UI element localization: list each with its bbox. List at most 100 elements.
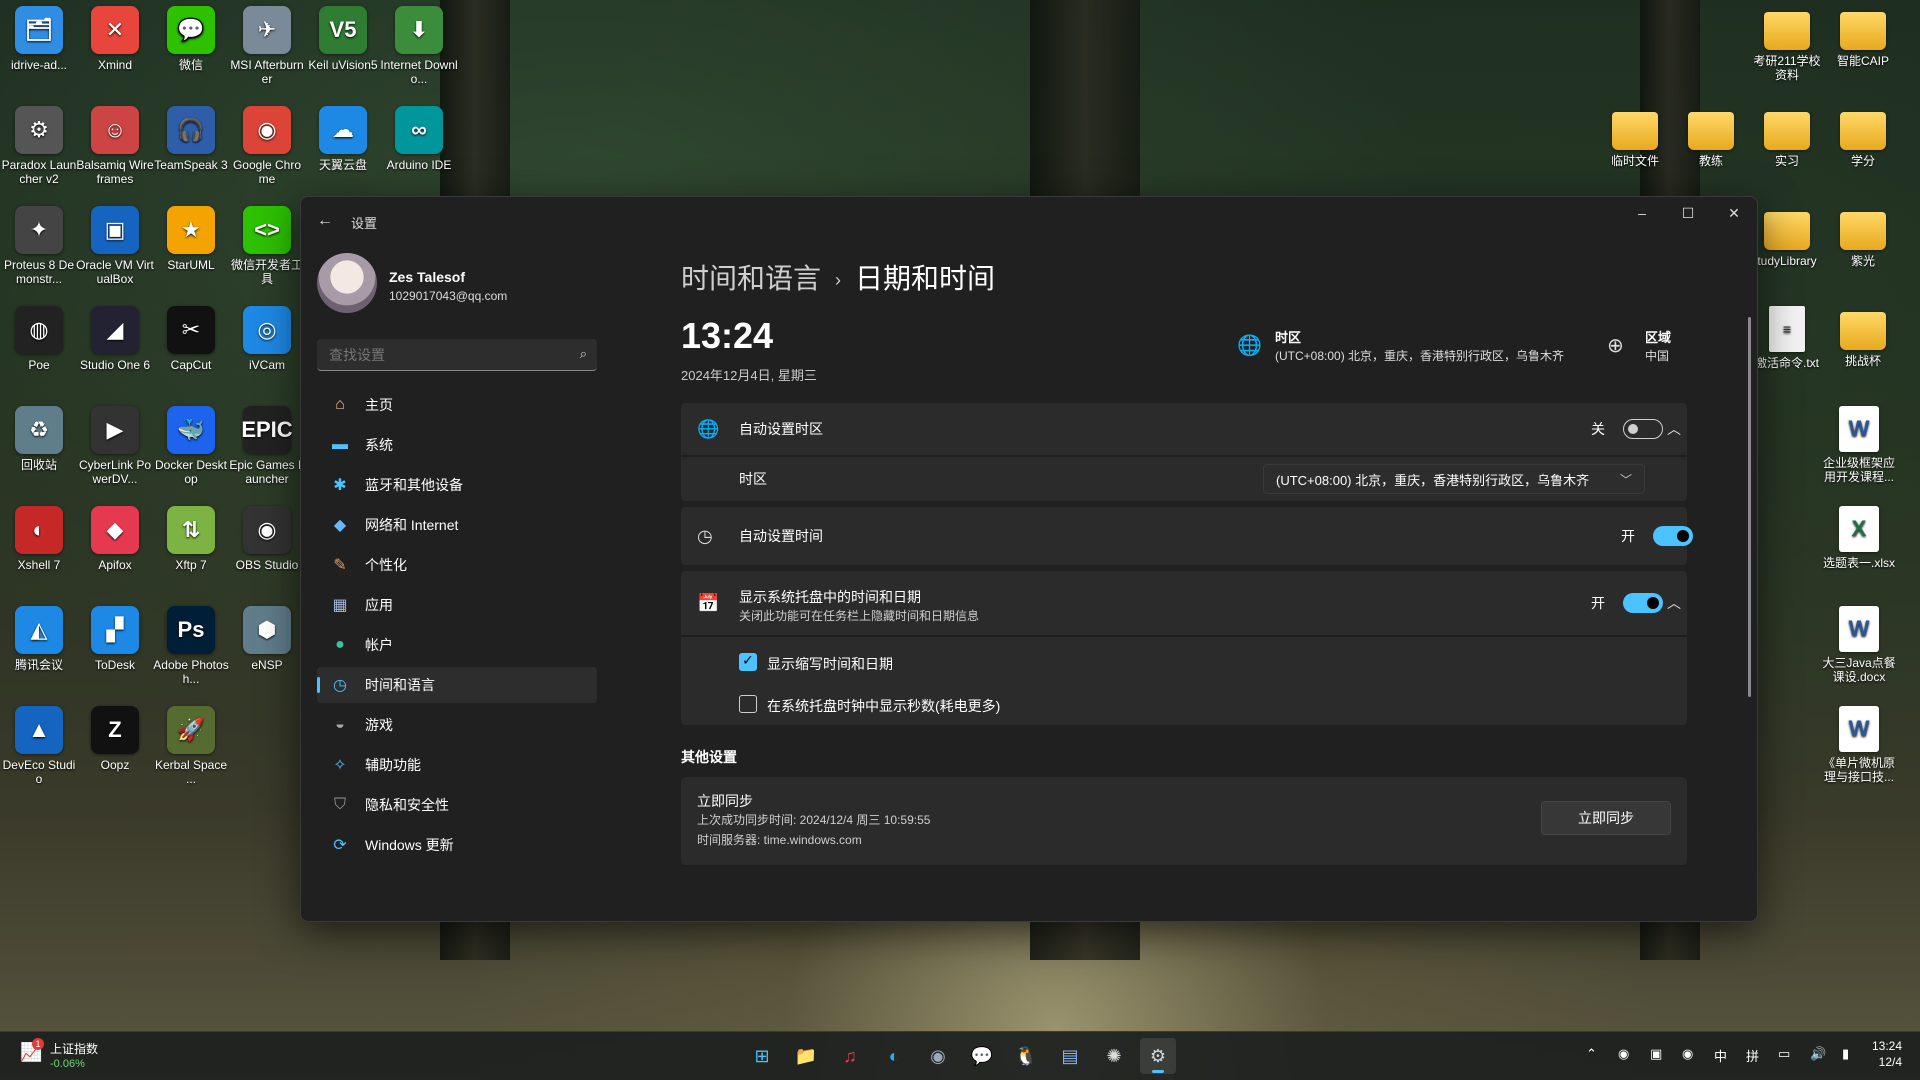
auto-timezone-row[interactable]: 🌐 自动设置时区 关 ︿ <box>681 403 1687 455</box>
taskbar-music-icon[interactable]: ♫ <box>832 1038 868 1074</box>
desktop-file-icon[interactable]: 智能CAIP <box>1824 6 1902 68</box>
tray-icon[interactable]: ◉ <box>1618 1046 1629 1062</box>
desktop-icon[interactable]: 🐳 Docker Desktop <box>152 406 230 486</box>
desktop-icon[interactable]: V5 Keil uVision5 <box>304 6 382 72</box>
tray-icon[interactable]: ⌃ <box>1586 1046 1597 1062</box>
desktop-icon[interactable]: ✕ Xmind <box>76 6 154 72</box>
taskbar-qq-icon[interactable]: 🐧 <box>1008 1038 1044 1074</box>
desktop-icon[interactable]: ✦ Proteus 8 Demonstr... <box>0 206 78 286</box>
desktop-file-icon[interactable]: X 选题表一.xlsx <box>1820 506 1898 570</box>
desktop-icon[interactable]: ⇅ Xftp 7 <box>152 506 230 572</box>
show-seconds-checkbox[interactable] <box>739 695 757 713</box>
maximize-button[interactable]: ☐ <box>1665 197 1711 229</box>
taskbar-settings-icon[interactable]: ⚙ <box>1140 1038 1176 1074</box>
desktop-icon[interactable]: 🗂 idrive-ad... <box>0 6 78 72</box>
back-button[interactable]: ← <box>313 209 337 233</box>
tray-time-toggle[interactable] <box>1623 593 1663 613</box>
nav-item-gamepad[interactable]: ◒ 游戏 <box>317 707 597 743</box>
breadcrumb-parent[interactable]: 时间和语言 <box>681 263 821 294</box>
desktop-file-icon[interactable]: 紫光 <box>1824 206 1902 268</box>
desktop-icon[interactable]: ◉ Google Chrome <box>228 106 306 186</box>
nav-item-accessibility[interactable]: ✧ 辅助功能 <box>317 747 597 783</box>
tray-icon[interactable]: 中 <box>1714 1046 1727 1065</box>
nav-item-home[interactable]: ⌂ 主页 <box>317 387 597 423</box>
show-seconds-label[interactable]: 在系统托盘时钟中显示秒数(耗电更多) <box>767 696 1000 716</box>
stock-widget[interactable]: 📈 1 上证指数 -0.06% <box>14 1038 134 1074</box>
sync-now-button[interactable]: 立即同步 <box>1541 801 1671 835</box>
desktop-icon[interactable]: ▶ CyberLink PowerDV... <box>76 406 154 486</box>
chevron-up-icon[interactable]: ︿ <box>1667 419 1681 439</box>
desktop-file-icon[interactable]: 临时文件 <box>1596 106 1674 168</box>
desktop-icon[interactable]: 🎧 TeamSpeak 3 <box>152 106 230 172</box>
taskbar-wechat-icon[interactable]: 💬 <box>964 1038 1000 1074</box>
tray-icon[interactable]: 拼 <box>1746 1046 1759 1065</box>
desktop-icon[interactable]: ◐ Xshell 7 <box>0 506 78 572</box>
desktop-file-icon[interactable]: 教练 <box>1672 106 1750 168</box>
desktop-icon[interactable]: ⚙ Paradox Launcher v2 <box>0 106 78 186</box>
desktop-icon[interactable]: ◍ Poe <box>0 306 78 372</box>
close-button[interactable]: ✕ <box>1711 197 1757 229</box>
user-profile[interactable]: Zes Talesof 1029017043@qq.com <box>317 253 597 323</box>
search-box[interactable]: ⌕ <box>317 339 597 371</box>
desktop-icon[interactable]: ▲ DevEco Studio <box>0 706 78 786</box>
nav-item-update[interactable]: ⟳ Windows 更新 <box>317 827 597 863</box>
taskbar-file-explorer-icon[interactable]: 📁 <box>788 1038 824 1074</box>
desktop-icon[interactable]: ☁ 天翼云盘 <box>304 106 382 172</box>
timezone-dropdown[interactable]: (UTC+08:00) 北京，重庆，香港特别行政区，乌鲁木齐 ﹀ <box>1263 464 1645 494</box>
taskbar-start-icon[interactable]: ⊞ <box>744 1038 780 1074</box>
desktop-icon[interactable]: ★ StarUML <box>152 206 230 272</box>
desktop-icon[interactable]: ♻ 回收站 <box>0 406 78 472</box>
nav-item-time-language[interactable]: ◷ 时间和语言 <box>317 667 597 703</box>
tray-time-row[interactable]: 📅 显示系统托盘中的时间和日期 关闭此功能可在任务栏上隐藏时间和日期信息 开 ︿ <box>681 571 1687 635</box>
tray-icon[interactable]: ◉ <box>1682 1046 1693 1062</box>
search-input[interactable] <box>327 339 561 371</box>
auto-time-row[interactable]: ◷ 自动设置时间 开 <box>681 507 1693 565</box>
desktop-icon[interactable]: ◎ iVCam <box>228 306 306 372</box>
desktop-icon[interactable]: ⬇ Internet Downlo... <box>380 6 458 86</box>
tray-icon[interactable]: ▮ <box>1842 1046 1849 1062</box>
taskbar-edge-icon[interactable]: ◐ <box>876 1038 912 1074</box>
auto-time-toggle[interactable] <box>1653 526 1693 546</box>
short-date-label[interactable]: 显示缩写时间和日期 <box>767 654 893 674</box>
nav-item-brush[interactable]: ✎ 个性化 <box>317 547 597 583</box>
short-date-checkbox[interactable] <box>739 652 757 671</box>
desktop-icon[interactable]: Z Oopz <box>76 706 154 772</box>
nav-item-apps[interactable]: ▦ 应用 <box>317 587 597 623</box>
nav-item-account[interactable]: ● 帐户 <box>317 627 597 663</box>
desktop-file-icon[interactable]: tudyLibrary <box>1748 206 1826 268</box>
tray-icon[interactable]: ▣ <box>1650 1046 1662 1062</box>
desktop-icon[interactable]: EPIC Epic Games Launcher <box>228 406 306 486</box>
desktop-icon[interactable]: ▣ Oracle VM VirtualBox <box>76 206 154 286</box>
desktop-icon[interactable]: ⬢ eNSP <box>228 606 306 672</box>
desktop-file-icon[interactable]: W 企业级框架应用开发课程... <box>1820 406 1898 484</box>
desktop-icon[interactable]: 🚀 Kerbal Space ... <box>152 706 230 786</box>
desktop-icon[interactable]: ◢ Studio One 6 <box>76 306 154 372</box>
desktop-icon[interactable]: ✂ CapCut <box>152 306 230 372</box>
taskbar-clock[interactable]: 13:24 12/4 <box>1872 1038 1902 1070</box>
desktop-icon[interactable]: ◆ Apifox <box>76 506 154 572</box>
chevron-up-icon[interactable]: ︿ <box>1667 593 1681 613</box>
desktop-file-icon[interactable]: W 大三Java点餐课设.docx <box>1820 606 1898 684</box>
taskbar-chatgpt-icon[interactable]: ✺ <box>1096 1038 1132 1074</box>
desktop-file-icon[interactable]: 考研211学校资料 <box>1748 6 1826 82</box>
minimize-button[interactable]: – <box>1619 197 1665 229</box>
desktop-file-icon[interactable]: ≡ 激活命令.txt <box>1748 306 1826 370</box>
desktop-file-icon[interactable]: W 《单片微机原理与接口技... <box>1820 706 1898 784</box>
auto-timezone-toggle[interactable] <box>1623 419 1663 439</box>
desktop-file-icon[interactable]: 学分 <box>1824 106 1902 168</box>
desktop-icon[interactable]: <> 微信开发者工具 <box>228 206 306 286</box>
search-icon[interactable]: ⌕ <box>580 346 587 362</box>
scrollbar[interactable] <box>1748 317 1751 697</box>
desktop-icon[interactable]: ∞ Arduino IDE <box>380 106 458 172</box>
desktop-icon[interactable]: ◉ OBS Studio <box>228 506 306 572</box>
tray-icon[interactable]: 🔊 <box>1810 1046 1826 1062</box>
nav-item-system[interactable]: ▬ 系统 <box>317 427 597 463</box>
taskbar-notepad-icon[interactable]: ▤ <box>1052 1038 1088 1074</box>
desktop-icon[interactable]: Ps Adobe Photosh... <box>152 606 230 686</box>
desktop-file-icon[interactable]: 实习 <box>1748 106 1826 168</box>
nav-item-bluetooth[interactable]: ✱ 蓝牙和其他设备 <box>317 467 597 503</box>
tray-icon[interactable]: ▭ <box>1778 1046 1790 1062</box>
desktop-file-icon[interactable]: 挑战杯 <box>1824 306 1902 368</box>
desktop-icon[interactable]: ◭ 腾讯会议 <box>0 606 78 672</box>
taskbar-steam-icon[interactable]: ◉ <box>920 1038 956 1074</box>
